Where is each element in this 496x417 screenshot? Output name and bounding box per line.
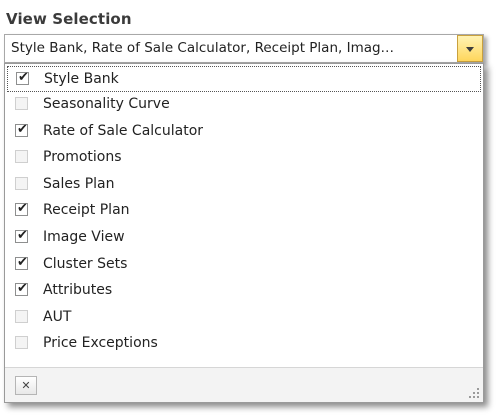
checkmark-icon: ✔	[17, 281, 28, 297]
dropdown-footer: ✕	[5, 367, 483, 402]
checkbox-label: Image View	[43, 228, 125, 245]
combobox-selected-text: Style Bank, Rate of Sale Calculator, Rec…	[11, 40, 395, 56]
checkbox-label: Sales Plan	[43, 175, 115, 192]
checkbox-label: Receipt Plan	[43, 202, 130, 219]
checkbox-unchecked[interactable]	[15, 309, 28, 323]
checkbox-item[interactable]: Seasonality Curve	[7, 92, 481, 119]
checkmark-icon: ✔	[17, 121, 28, 137]
chevron-down-icon	[466, 47, 474, 52]
checkmark-icon: ✔	[17, 254, 28, 270]
resize-grip-icon[interactable]	[466, 385, 480, 399]
checkbox-label: Attributes	[43, 282, 113, 299]
dropdown-button[interactable]	[457, 35, 483, 62]
checkbox-label: Style Bank	[44, 71, 119, 87]
checkbox-checked[interactable]: ✔	[15, 227, 28, 243]
checkmark-icon: ✔	[17, 227, 28, 243]
view-selection-heading: View Selection	[6, 10, 132, 28]
checkbox-item[interactable]: Promotions	[7, 145, 481, 172]
dropdown-panel: ✔ Style Bank Seasonality Curve ✔ Rate of Sal…	[4, 63, 484, 403]
checkbox-checked[interactable]: ✔	[16, 70, 29, 85]
checkbox-item[interactable]: ✔ Attributes	[7, 278, 481, 305]
checkbox-checked[interactable]: ✔	[15, 121, 28, 137]
checkbox-label: Promotions	[43, 149, 122, 166]
clear-selection-button[interactable]: ✕	[15, 376, 37, 395]
checkbox-unchecked[interactable]	[15, 97, 28, 110]
checkbox-label: Rate of Sale Calculator	[43, 122, 204, 139]
checkbox-label: Cluster Sets	[43, 255, 128, 272]
checkbox-item[interactable]: Sales Plan	[7, 172, 481, 199]
checkbox-list: ✔ Style Bank Seasonality Curve ✔ Rate of Sal…	[7, 66, 481, 358]
checkbox-item[interactable]: ✔ Cluster Sets	[7, 252, 481, 279]
checkbox-item[interactable]: ✔ Image View	[7, 225, 481, 252]
checkbox-item[interactable]: AUT	[7, 305, 481, 332]
checkbox-label: Price Exceptions	[43, 335, 158, 352]
checkbox-unchecked[interactable]	[15, 336, 28, 350]
checkbox-unchecked[interactable]	[15, 150, 28, 164]
checkmark-icon: ✔	[18, 70, 29, 85]
checkbox-checked[interactable]: ✔	[15, 281, 28, 297]
checkbox-item[interactable]: ✔ Rate of Sale Calculator	[7, 119, 481, 146]
checkbox-item[interactable]: ✔ Style Bank	[7, 66, 481, 92]
checkmark-icon: ✔	[17, 201, 28, 217]
checkbox-label: Seasonality Curve	[43, 96, 170, 112]
checkbox-label: AUT	[43, 308, 72, 325]
checkbox-checked[interactable]: ✔	[15, 254, 28, 270]
view-selection-combobox[interactable]: Style Bank, Rate of Sale Calculator, Rec…	[4, 34, 484, 63]
checkbox-item[interactable]: ✔ Receipt Plan	[7, 198, 481, 225]
checkbox-checked[interactable]: ✔	[15, 201, 28, 217]
checkbox-unchecked[interactable]	[15, 176, 28, 190]
close-icon: ✕	[21, 379, 31, 392]
checkbox-item[interactable]: Price Exceptions	[7, 331, 481, 358]
